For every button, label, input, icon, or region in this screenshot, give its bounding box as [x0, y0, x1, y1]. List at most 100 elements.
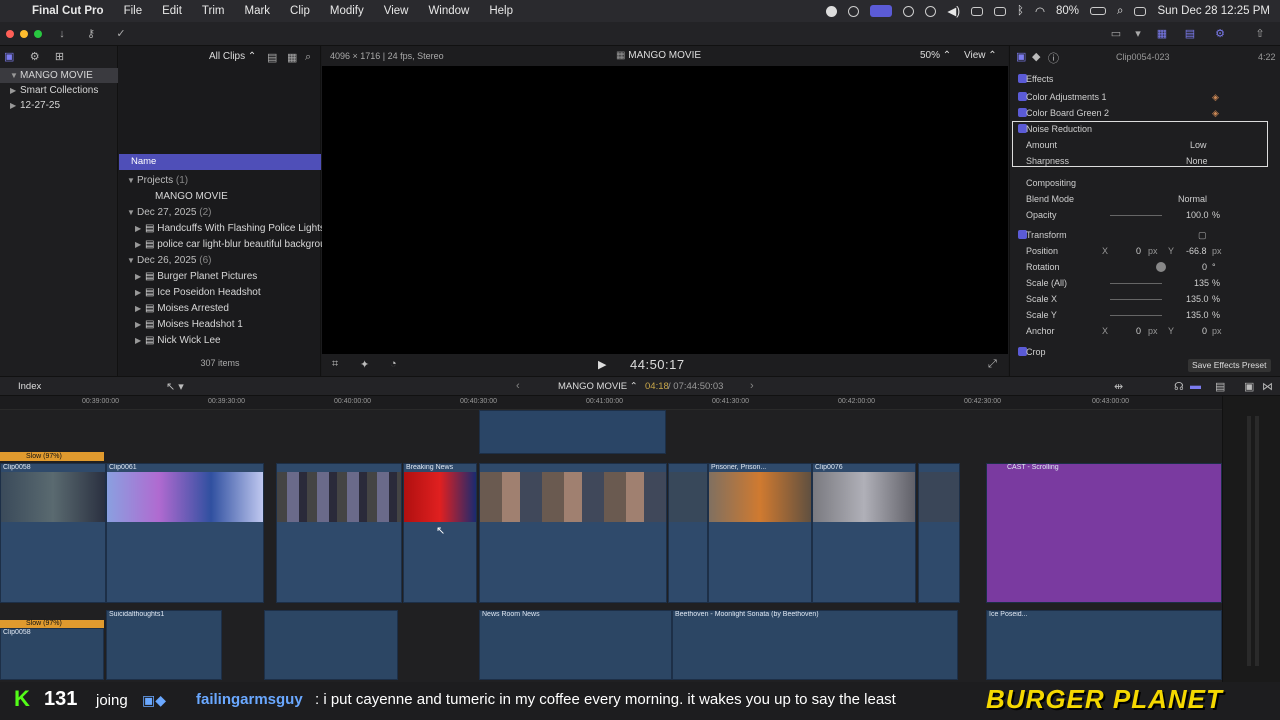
amount-value[interactable]: Low [1190, 137, 1207, 153]
menu-trim[interactable]: Trim [192, 5, 235, 17]
rotation-dial[interactable] [1156, 262, 1166, 272]
minimize-window-button[interactable] [20, 30, 28, 38]
scale-x-slider[interactable] [1110, 299, 1162, 300]
timeline-ruler[interactable]: 00:39:00:00 00:39:30:00 00:40:00:00 00:4… [0, 396, 1222, 410]
timeline-clip[interactable]: Prisoner, Prison... [708, 463, 812, 603]
headphones-icon[interactable]: ☊ [1174, 380, 1184, 393]
control-center-icon[interactable] [870, 5, 893, 17]
audio-meter-icon[interactable]: ⇹ [1114, 380, 1123, 393]
sidebar-item-event[interactable]: ▶ 12-27-25 [0, 98, 118, 113]
forward-arrow-icon[interactable]: › [750, 380, 754, 392]
audio-clip[interactable]: Suicidalthoughts1 [106, 610, 222, 680]
dropdown-icon[interactable]: ▾ [1128, 27, 1148, 41]
list-item[interactable]: ▶ ▤ Handcuffs With Flashing Police Lights… [127, 221, 329, 237]
share-icon[interactable]: ⇧ [1250, 27, 1270, 41]
effect-noise-reduction[interactable]: Noise Reduction [1010, 121, 1280, 137]
effect-color-adjustments[interactable]: Color Adjustments 1 ◈ [1010, 89, 1280, 105]
list-item[interactable]: ▶ ▤ Burger Planet Pictures [127, 269, 329, 285]
select-tool-icon[interactable]: ↖ ▾ [166, 380, 184, 393]
transform-section[interactable]: Transform ▢ [1010, 227, 1280, 243]
audio-clip[interactable]: Clip0058 [0, 628, 104, 680]
play-icon[interactable] [925, 5, 937, 17]
menu-help[interactable]: Help [479, 5, 523, 17]
sharpness-value[interactable]: None [1186, 153, 1208, 169]
menu-edit[interactable]: Edit [152, 5, 192, 17]
scale-y-slider[interactable] [1110, 315, 1162, 316]
blend-mode-row[interactable]: Blend Mode Normal [1010, 191, 1280, 207]
anchor-row[interactable]: Anchor X 0 px Y 0 px [1010, 323, 1280, 339]
disclosure-icon[interactable]: ▶ [10, 98, 20, 113]
retime-bar[interactable]: Slow (97%) [0, 620, 104, 628]
display-icon[interactable] [971, 6, 984, 16]
retime-bar[interactable]: Slow (97%) [0, 452, 104, 461]
close-window-button[interactable] [6, 30, 14, 38]
list-item[interactable]: ▶ ▤ Ice Poseidon Headshot [127, 285, 329, 301]
connected-clip[interactable] [479, 410, 666, 454]
menu-file[interactable]: File [114, 5, 153, 17]
key-icon[interactable]: ⚷ [81, 27, 101, 41]
enhance-icon[interactable]: ✦ [360, 358, 369, 371]
timeline-clip[interactable] [918, 463, 960, 603]
menu-mark[interactable]: Mark [234, 5, 280, 17]
obs-icon[interactable] [848, 5, 860, 17]
menu-window[interactable]: Window [418, 5, 479, 17]
screen-icon[interactable] [994, 6, 1007, 16]
audio-clip[interactable]: Ice Poseid... [986, 610, 1222, 680]
zoom-menu[interactable]: 50% ⌃ [920, 50, 951, 61]
fullscreen-icon[interactable]: ⤢ [988, 358, 997, 371]
sidebar-item-smart-collections[interactable]: ▶ Smart Collections [0, 83, 118, 98]
search-icon[interactable]: ⌕ [1117, 5, 1123, 18]
timeline-clip[interactable]: CAST - Scrolling [986, 463, 1222, 603]
play-button[interactable]: ▶ [598, 358, 606, 371]
list-item[interactable]: ▶ ▤ Nick Wick Lee [127, 333, 329, 349]
timeline[interactable]: Slow (97%) Clip0058 Clip0061 Breaking Ne… [0, 410, 1222, 682]
user-switch-icon[interactable] [1134, 6, 1147, 16]
filmstrip-icon[interactable]: ▤ [267, 51, 277, 64]
browser-toggle-icon[interactable]: ▦ [1152, 27, 1172, 41]
zoom-window-button[interactable] [34, 30, 42, 38]
libraries-icon[interactable]: ▣ [4, 51, 14, 63]
transform-icon[interactable]: ⌗ [332, 358, 338, 371]
wifi-icon[interactable]: ◠ [1035, 4, 1045, 18]
opacity-row[interactable]: Opacity 100.0% [1010, 207, 1280, 223]
disclosure-icon[interactable]: ▼ [10, 68, 20, 83]
sharpness-row[interactable]: Sharpness None [1010, 153, 1280, 169]
timeline-clip[interactable]: Clip0058 [0, 463, 106, 603]
opacity-slider[interactable] [1110, 215, 1162, 216]
clip-filter[interactable]: All Clips ⌃ [209, 51, 256, 62]
audio-clip[interactable] [264, 610, 398, 680]
blend-mode-value[interactable]: Normal [1178, 191, 1207, 207]
timeline-clip[interactable]: Clip0076 [812, 463, 916, 603]
disclosure-icon[interactable]: ▶ [10, 83, 20, 98]
effects-section[interactable]: Effects [1010, 71, 1280, 87]
effects-browser-icon[interactable]: ▣ [1244, 380, 1254, 393]
audio-clip[interactable]: Beethoven - Moonlight Sonata (by Beethov… [672, 610, 958, 680]
list-item[interactable]: ▶ ▤ Moises Arrested [127, 301, 329, 317]
list-item[interactable]: ▶ ▤ Moises Headshot 1 [127, 317, 329, 333]
scale-all-row[interactable]: Scale (All) 135% [1010, 275, 1280, 291]
timeline-clip[interactable] [276, 463, 402, 603]
back-arrow-icon[interactable]: ‹ [516, 380, 520, 392]
clip-appearance-icon[interactable]: ▤ [1215, 380, 1225, 393]
scale-y-row[interactable]: Scale Y 135.0% [1010, 307, 1280, 323]
timeline-clip[interactable] [479, 463, 667, 603]
view-menu[interactable]: View ⌃ [964, 50, 997, 61]
index-button[interactable]: Index [18, 381, 41, 392]
timeline-clip[interactable]: Clip0061 [106, 463, 264, 603]
menu-modify[interactable]: Modify [320, 5, 374, 17]
search-icon[interactable]: ⌕ [305, 51, 311, 64]
grid-icon[interactable] [903, 5, 915, 17]
photos-icon[interactable]: ⚙ [30, 51, 40, 63]
transitions-icon[interactable]: ⋈ [1262, 380, 1273, 393]
amount-row[interactable]: Amount Low [1010, 137, 1280, 153]
record-icon[interactable] [826, 5, 838, 17]
library-item[interactable]: ▼ MANGO MOVIE [0, 68, 118, 83]
color-inspector-icon[interactable]: ◆ [1032, 50, 1040, 63]
audio-clip[interactable]: News Room News [479, 610, 672, 680]
info-icon[interactable]: ⓘ [1048, 50, 1059, 66]
position-row[interactable]: Position X 0 px Y -66.8 px [1010, 243, 1280, 259]
volume-icon[interactable]: ◀) [947, 4, 960, 18]
save-effects-preset-button[interactable]: Save Effects Preset [1188, 359, 1271, 372]
battery-icon[interactable] [1090, 7, 1107, 15]
speed-icon[interactable]: ◔ [390, 358, 397, 370]
